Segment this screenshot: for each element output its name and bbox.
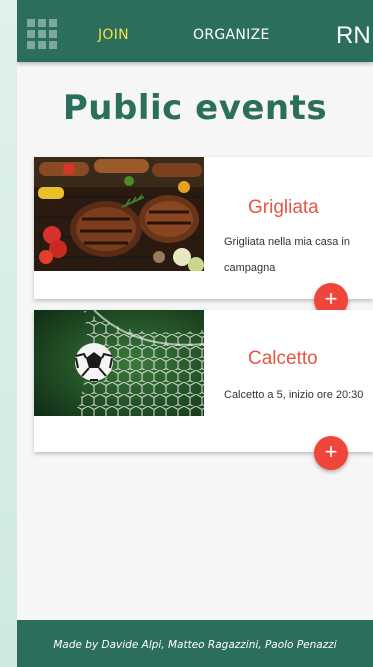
nav-organize-link[interactable]: ORGANIZE (193, 27, 270, 43)
event-title: Grigliata (248, 197, 319, 218)
nav-join-link[interactable]: JOIN (98, 27, 129, 43)
page-title: Public events (62, 88, 328, 128)
event-card-grigliata[interactable]: Grigliata Grigliata nella mia casa in ca… (34, 157, 373, 317)
footer-credits: Made by Davide Alpi, Matteo Ragazzini, P… (53, 639, 337, 651)
join-event-button[interactable]: + (314, 436, 348, 470)
brand-logo[interactable]: RN (336, 22, 371, 50)
event-description: Calcetto a 5, inizio ore 20:30 (224, 389, 364, 401)
navbar: JOIN ORGANIZE RN (17, 0, 373, 62)
apps-grid-icon[interactable] (27, 19, 57, 49)
event-image-football (34, 310, 204, 424)
page: JOIN ORGANIZE RN Public events Grigliata… (17, 0, 373, 667)
event-title: Calcetto (248, 348, 318, 369)
event-card-calcetto[interactable]: Calcetto Calcetto a 5, inizio ore 20:30 … (34, 310, 373, 470)
event-image-grill (34, 157, 204, 271)
event-description: Grigliata nella mia casa in campagna (224, 236, 350, 274)
footer: Made by Davide Alpi, Matteo Ragazzini, P… (17, 620, 373, 667)
